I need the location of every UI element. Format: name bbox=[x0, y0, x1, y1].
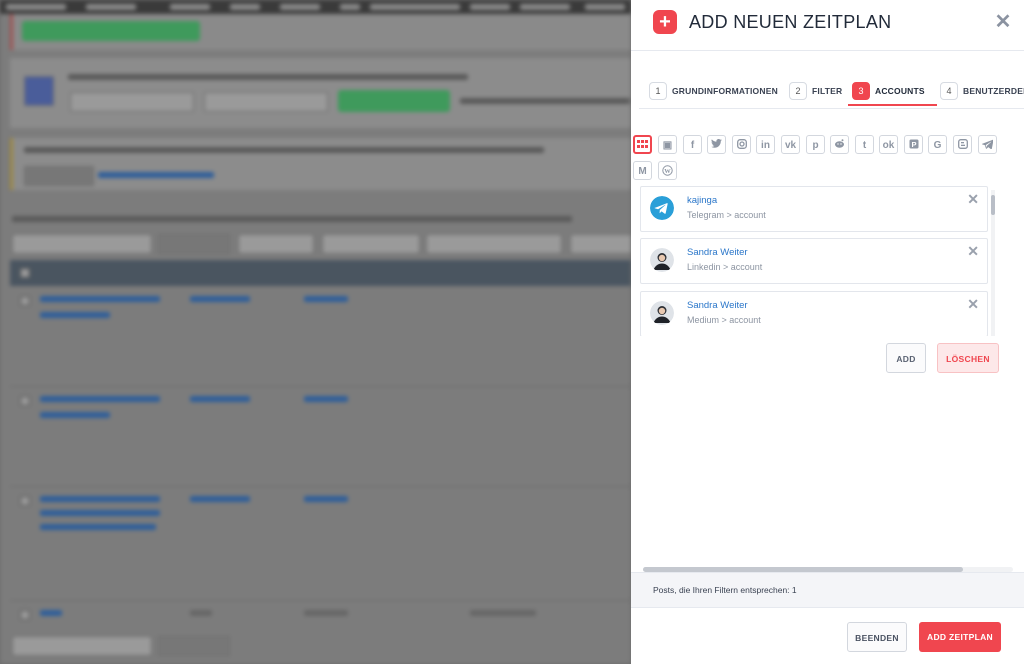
plus-icon: + bbox=[653, 10, 677, 34]
tab-label: ACCOUNTS bbox=[875, 86, 925, 96]
instagram-story-icon[interactable]: ▣ bbox=[658, 135, 677, 154]
account-network: Linkedin > account bbox=[687, 262, 763, 272]
account-network: Telegram > account bbox=[687, 210, 766, 220]
delete-accounts-button[interactable]: LÖSCHEN bbox=[937, 343, 999, 373]
instagram-icon[interactable] bbox=[732, 135, 751, 154]
step-number: 4 bbox=[940, 82, 958, 100]
step-number: 3 bbox=[852, 82, 870, 100]
finish-button[interactable]: BEENDEN bbox=[847, 622, 907, 652]
panel-title: ADD NEUEN ZEITPLAN bbox=[689, 12, 892, 32]
active-tab-indicator bbox=[848, 104, 937, 106]
step-number: 1 bbox=[649, 82, 667, 100]
wizard-steps: 1 GRUNDINFORMATIONEN 2 FILTER 3 ACCOUNTS… bbox=[639, 80, 1024, 109]
tab-accounts[interactable]: 3 ACCOUNTS bbox=[848, 80, 937, 106]
all-networks-icon[interactable] bbox=[633, 135, 652, 154]
remove-account-icon[interactable]: ✕ bbox=[967, 296, 979, 313]
medium-icon[interactable]: M bbox=[633, 161, 652, 180]
account-card-medium: Sandra Weiter Medium > account ✕ bbox=[640, 291, 988, 336]
tab-label: FILTER bbox=[812, 86, 843, 96]
account-name[interactable]: Sandra Weiter bbox=[687, 247, 748, 258]
twitter-icon[interactable] bbox=[707, 135, 726, 154]
telegram-avatar-icon bbox=[650, 196, 674, 220]
linkedin-icon[interactable]: in bbox=[756, 135, 775, 154]
account-card-linkedin: Sandra Weiter Linkedin > account ✕ bbox=[640, 238, 988, 284]
matching-posts-text: Posts, die Ihren Filtern entsprechen: 1 bbox=[653, 585, 797, 595]
add-schedule-panel: + ADD NEUEN ZEITPLAN ✕ 1 GRUNDINFORMATIO… bbox=[631, 0, 1024, 664]
remove-account-icon[interactable]: ✕ bbox=[967, 243, 979, 260]
pinterest-icon[interactable]: p bbox=[806, 135, 825, 154]
accounts-scrollbar[interactable] bbox=[991, 190, 995, 336]
reddit-icon[interactable] bbox=[830, 135, 849, 154]
account-card-kajinga: kajinga Telegram > account ✕ bbox=[640, 186, 988, 232]
account-name[interactable]: Sandra Weiter bbox=[687, 300, 748, 311]
telegram-icon[interactable] bbox=[978, 135, 997, 154]
account-network: Medium > account bbox=[687, 315, 761, 325]
blogger-icon[interactable] bbox=[953, 135, 972, 154]
tab-label: GRUNDINFORMATIONEN bbox=[672, 86, 778, 96]
tab-label: BENUTZERDEFINIERT bbox=[963, 86, 1024, 96]
panel-header: + ADD NEUEN ZEITPLAN ✕ bbox=[631, 0, 1024, 51]
selected-accounts-list: kajinga Telegram > account ✕ Sandra Weit… bbox=[640, 186, 998, 336]
odnoklassniki-icon[interactable]: ok bbox=[879, 135, 898, 154]
tumblr-icon[interactable]: t bbox=[855, 135, 874, 154]
facebook-icon[interactable]: f bbox=[683, 135, 702, 154]
add-account-button[interactable]: ADD bbox=[886, 343, 926, 373]
svg-text:P: P bbox=[911, 140, 916, 149]
admin-bar bbox=[0, 0, 631, 14]
background-admin-page bbox=[0, 0, 631, 664]
google-business-icon[interactable]: G bbox=[928, 135, 947, 154]
svg-text:W: W bbox=[664, 168, 671, 175]
step-number: 2 bbox=[789, 82, 807, 100]
remove-account-icon[interactable]: ✕ bbox=[967, 191, 979, 208]
account-name[interactable]: kajinga bbox=[687, 195, 717, 206]
avatar bbox=[650, 301, 674, 325]
wordpress-icon[interactable]: W bbox=[658, 161, 677, 180]
close-icon[interactable]: ✕ bbox=[994, 12, 1012, 32]
add-schedule-button[interactable]: ADD ZEITPLAN bbox=[919, 622, 1001, 652]
avatar bbox=[650, 248, 674, 272]
filter-result-info: Posts, die Ihren Filtern entsprechen: 1 bbox=[631, 572, 1024, 608]
plurk-icon[interactable]: P bbox=[904, 135, 923, 154]
vk-icon[interactable]: vk bbox=[781, 135, 800, 154]
